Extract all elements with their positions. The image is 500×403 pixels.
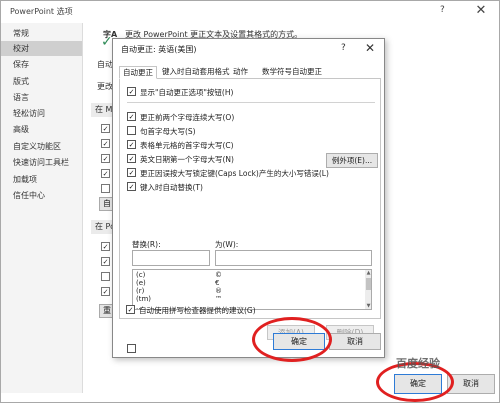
dialog-cancel-button[interactable]: 取消 xyxy=(329,333,381,350)
option-checkbox[interactable]: ✓ xyxy=(101,242,110,251)
annotation-circle-dialog-ok xyxy=(252,317,332,362)
checkmark-icon: ✓ xyxy=(101,34,113,50)
capitalize-first-letter-sentences-checkbox[interactable] xyxy=(127,126,136,135)
correct-two-initial-capitals-checkbox[interactable]: ✓ xyxy=(127,112,136,121)
with-input[interactable] xyxy=(215,250,372,266)
tab-actions[interactable]: 动作 xyxy=(230,66,251,79)
scroll-down-icon[interactable]: ▼ xyxy=(365,303,371,309)
show-options-buttons-label: 显示"自动更正选项"按钮(H) xyxy=(140,88,234,97)
option-checkbox[interactable]: ✓ xyxy=(101,139,110,148)
entries-scrollbar[interactable]: ▲ ▼ xyxy=(365,270,371,309)
nav-item-quick-access-toolbar[interactable]: 快速访问工具栏 xyxy=(1,155,82,170)
option-checkbox[interactable] xyxy=(101,272,110,281)
baidu-watermark: 百度经验 xyxy=(396,357,440,370)
option-checkbox[interactable]: ✓ xyxy=(101,287,110,296)
close-icon[interactable]: ✕ xyxy=(365,41,375,55)
with-label: 为(W): xyxy=(215,240,239,249)
nav-item-trust-center[interactable]: 信任中心 xyxy=(1,188,82,203)
option-checkbox[interactable]: ✓ xyxy=(101,154,110,163)
window-title: PowerPoint 选项 xyxy=(10,7,73,16)
spell-suggest-checkbox[interactable] xyxy=(127,344,136,353)
tab-autoformat-as-you-type[interactable]: 键入时自动套用格式 xyxy=(159,66,233,79)
use-spell-suggestions-checkbox[interactable]: ✓ xyxy=(126,305,135,314)
scroll-thumb[interactable] xyxy=(366,278,371,290)
options-sidebar: 常规 校对 保存 版式 语言 轻松访问 高级 自定义功能区 快速访问工具栏 加载… xyxy=(1,23,83,393)
replace-label: 替换(R): xyxy=(132,240,161,249)
nav-item-add-ins[interactable]: 加载项 xyxy=(1,172,82,187)
tab-autocorrect[interactable]: 自动更正 xyxy=(119,66,157,79)
show-options-buttons-checkbox[interactable]: ✓ xyxy=(127,87,136,96)
close-icon[interactable]: ✕ xyxy=(466,2,496,22)
help-icon[interactable]: ? xyxy=(440,5,445,15)
option-checkbox[interactable]: ✓ xyxy=(101,257,110,266)
autocorrect-panel: ✓ 显示"自动更正选项"按钮(H) ✓ 更正前两个字母连续大写(O) 句首字母大… xyxy=(119,79,381,353)
options-cancel-button[interactable]: 取消 xyxy=(447,374,495,394)
nav-item-layout[interactable]: 版式 xyxy=(1,74,82,89)
autocorrect-entries-list[interactable]: (c) © (e) € (r) ® (tm) ™ ... … ▲ ▼ xyxy=(132,269,372,310)
nav-item-customize-ribbon[interactable]: 自定义功能区 xyxy=(1,139,82,154)
replace-as-you-type-checkbox[interactable]: ✓ xyxy=(127,182,136,191)
exceptions-button[interactable]: 例外项(E)... xyxy=(326,153,378,168)
nav-item-language[interactable]: 语言 xyxy=(1,90,82,105)
capitalize-table-cells-label: 表格单元格的首字母大写(C) xyxy=(140,141,234,150)
nav-item-accessibility[interactable]: 轻松访问 xyxy=(1,106,82,121)
capitalize-days-label: 英文日期第一个字母大写(N) xyxy=(140,155,234,164)
option-checkbox[interactable]: ✓ xyxy=(101,124,110,133)
help-icon[interactable]: ? xyxy=(341,43,346,53)
capitalize-days-checkbox[interactable]: ✓ xyxy=(127,154,136,163)
autocorrect-section-frag: 自动 xyxy=(97,60,113,69)
nav-item-save[interactable]: 保存 xyxy=(1,57,82,72)
scroll-up-icon[interactable]: ▲ xyxy=(365,270,371,276)
titlebar: PowerPoint 选项 ? ✕ xyxy=(1,1,499,23)
correct-caps-lock-checkbox[interactable]: ✓ xyxy=(127,168,136,177)
option-checkbox[interactable]: ✓ xyxy=(101,169,110,178)
divider xyxy=(127,102,375,103)
replace-as-you-type-label: 键入时自动替换(T) xyxy=(140,183,203,192)
dialog-tabs: 自动更正 键入时自动套用格式 动作 数学符号自动更正 xyxy=(119,66,381,79)
capitalize-table-cells-checkbox[interactable]: ✓ xyxy=(127,140,136,149)
nav-item-proofing[interactable]: 校对 xyxy=(1,41,82,56)
autocorrect-dialog: 自动更正: 英语(美国) ? ✕ 自动更正 键入时自动套用格式 动作 数学符号自… xyxy=(112,38,385,358)
capitalize-first-letter-sentences-label: 句首字母大写(S) xyxy=(140,127,196,136)
nav-item-general[interactable]: 常规 xyxy=(1,26,82,41)
dialog-title: 自动更正: 英语(美国) xyxy=(121,45,197,54)
correct-two-initial-capitals-label: 更正前两个字母连续大写(O) xyxy=(140,113,235,122)
nav-item-advanced[interactable]: 高级 xyxy=(1,122,82,137)
replace-input[interactable] xyxy=(132,250,210,266)
use-spell-suggestions-label: 自动使用拼写检查器提供的建议(G) xyxy=(139,306,256,315)
tab-math-autocorrect[interactable]: 数学符号自动更正 xyxy=(259,66,325,79)
change-text-frag: 更改 xyxy=(97,82,113,91)
correct-caps-lock-label: 更正因误按大写锁定键(Caps Lock)产生的大小写错误(L) xyxy=(140,169,329,178)
option-checkbox[interactable] xyxy=(101,184,110,193)
